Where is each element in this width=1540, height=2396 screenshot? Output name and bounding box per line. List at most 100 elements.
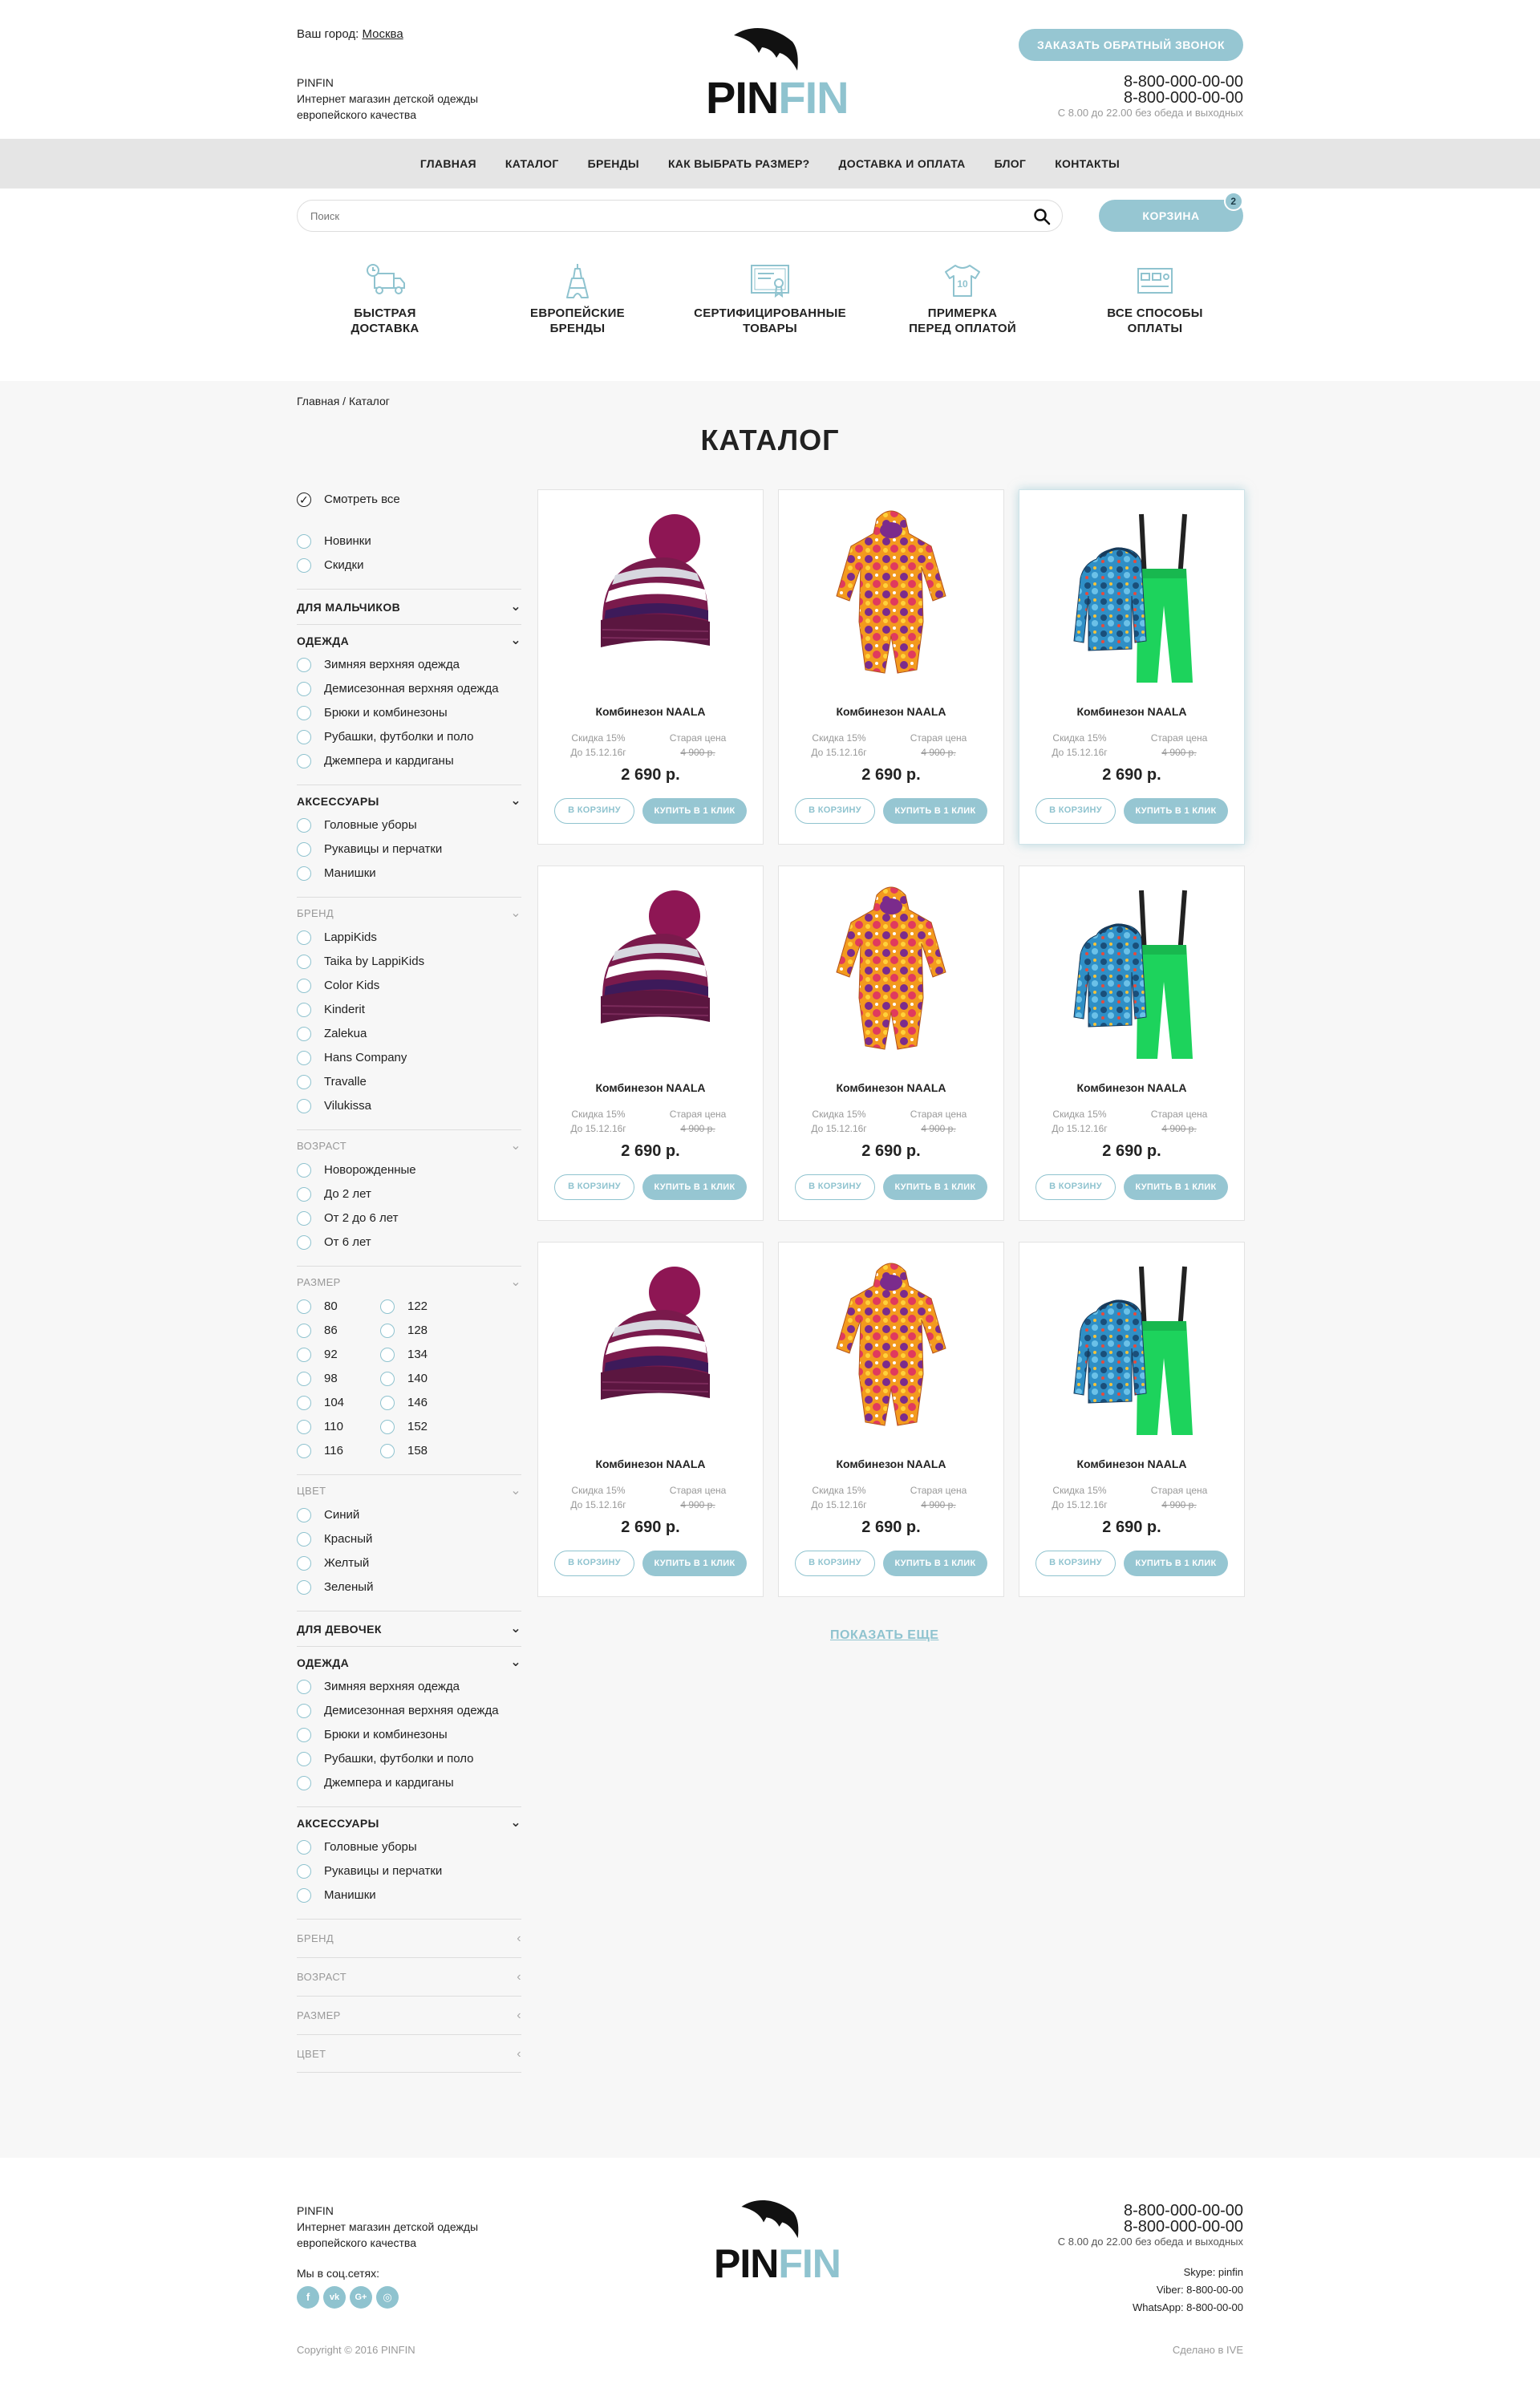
product-image[interactable] [570, 1254, 731, 1450]
filter-option[interactable]: Брюки и комбинезоны [297, 701, 521, 725]
radio[interactable] [297, 1444, 311, 1458]
filter-option[interactable]: Манишки [297, 1883, 521, 1907]
filter-option[interactable]: Vilukissa [297, 1094, 521, 1118]
google-plus-icon[interactable]: G+ [350, 2286, 372, 2309]
radio[interactable] [297, 1396, 311, 1410]
section-accessories[interactable]: АКСЕССУАРЫ ⌄ [297, 784, 521, 813]
filter-option[interactable]: До 2 лет [297, 1182, 521, 1206]
radio[interactable] [297, 866, 311, 881]
section-color-collapsed[interactable]: ЦВЕТ ‹ [297, 2034, 521, 2073]
add-to-cart-button[interactable]: В КОРЗИНУ [795, 1551, 875, 1576]
section-boys[interactable]: ДЛЯ МАЛЬЧИКОВ ⌄ [297, 589, 521, 624]
filter-option[interactable]: Демисезонная верхняя одежда [297, 1699, 521, 1723]
buy-one-click-button[interactable]: КУПИТЬ В 1 КЛИК [883, 1174, 987, 1200]
filter-option[interactable]: Джемпера и кардиганы [297, 749, 521, 773]
phone-2[interactable]: 8-800-000-00-00 [1003, 2219, 1243, 2235]
filter-option[interactable]: Рубашки, футболки и поло [297, 1747, 521, 1771]
filter-option[interactable]: Красный [297, 1527, 521, 1551]
size-option[interactable]: 134 [380, 1343, 464, 1367]
product-card[interactable]: Комбинезон NAALA Скидка 15% До 15.12.16г … [537, 489, 764, 845]
radio[interactable] [297, 1187, 311, 1202]
instagram-icon[interactable]: ◎ [376, 2286, 399, 2309]
radio[interactable] [380, 1372, 395, 1386]
radio[interactable] [380, 1420, 395, 1434]
nav-brands[interactable]: БРЕНДЫ [573, 139, 654, 189]
product-card[interactable]: Комбинезон NAALA Скидка 15% До 15.12.16г … [778, 1242, 1004, 1597]
radio[interactable] [297, 1680, 311, 1694]
add-to-cart-button[interactable]: В КОРЗИНУ [1035, 1174, 1116, 1200]
show-more-link[interactable]: ПОКАЗАТЬ ЕЩЕ [830, 1628, 938, 1643]
radio[interactable] [380, 1299, 395, 1314]
size-option[interactable]: 98 [297, 1367, 380, 1391]
callback-button[interactable]: ЗАКАЗАТЬ ОБРАТНЫЙ ЗВОНОК [1019, 29, 1243, 61]
facebook-icon[interactable]: f [297, 2286, 319, 2309]
radio[interactable] [297, 1840, 311, 1855]
filter-option[interactable]: Рукавицы и перчатки [297, 837, 521, 862]
radio[interactable] [297, 682, 311, 696]
radio[interactable] [297, 558, 311, 573]
filter-sale[interactable]: Скидки [297, 553, 521, 578]
nav-size-guide[interactable]: КАК ВЫБРАТЬ РАЗМЕР? [654, 139, 825, 189]
product-name[interactable]: Комбинезон NAALA [1019, 705, 1244, 718]
nav-contacts[interactable]: КОНТАКТЫ [1040, 139, 1134, 189]
buy-one-click-button[interactable]: КУПИТЬ В 1 КЛИК [642, 798, 747, 824]
product-card[interactable]: Комбинезон NAALA Скидка 15% До 15.12.16г … [778, 489, 1004, 845]
radio[interactable] [297, 534, 311, 549]
radio[interactable] [297, 1776, 311, 1790]
product-card[interactable]: Комбинезон NAALA Скидка 15% До 15.12.16г … [537, 866, 764, 1221]
cart-button[interactable]: КОРЗИНА 2 [1099, 192, 1243, 232]
radio[interactable] [297, 1027, 311, 1041]
radio[interactable] [297, 979, 311, 993]
radio[interactable] [297, 1508, 311, 1522]
city-link[interactable]: Москва [362, 27, 403, 41]
filter-option[interactable]: Зимняя верхняя одежда [297, 653, 521, 677]
radio[interactable] [380, 1324, 395, 1338]
radio[interactable] [297, 1324, 311, 1338]
radio[interactable] [297, 1299, 311, 1314]
radio[interactable] [297, 1348, 311, 1362]
buy-one-click-button[interactable]: КУПИТЬ В 1 КЛИК [642, 1551, 747, 1576]
buy-one-click-button[interactable]: КУПИТЬ В 1 КЛИК [642, 1174, 747, 1200]
radio[interactable] [380, 1348, 395, 1362]
filter-option[interactable]: От 6 лет [297, 1230, 521, 1255]
section-clothes[interactable]: ОДЕЖДА ⌄ [297, 1646, 521, 1675]
filter-option[interactable]: Брюки и комбинезоны [297, 1723, 521, 1747]
buy-one-click-button[interactable]: КУПИТЬ В 1 КЛИК [883, 1551, 987, 1576]
section-girls[interactable]: ДЛЯ ДЕВОЧЕК ⌄ [297, 1611, 521, 1646]
section-size-collapsed[interactable]: РАЗМЕР ‹ [297, 1996, 521, 2034]
filter-option[interactable]: LappiKids [297, 926, 521, 950]
add-to-cart-button[interactable]: В КОРЗИНУ [554, 1174, 634, 1200]
radio[interactable] [297, 1099, 311, 1113]
size-option[interactable]: 104 [297, 1391, 380, 1415]
radio[interactable] [297, 1752, 311, 1766]
nav-catalog[interactable]: КАТАЛОГ [491, 139, 573, 189]
radio[interactable] [297, 1864, 311, 1879]
radio[interactable] [297, 955, 311, 969]
product-image[interactable] [1052, 1254, 1212, 1450]
filter-option[interactable]: Джемпера и кардиганы [297, 1771, 521, 1795]
product-image[interactable] [811, 501, 971, 698]
product-name[interactable]: Комбинезон NAALA [1019, 1081, 1244, 1094]
filter-option[interactable]: Рукавицы и перчатки [297, 1859, 521, 1883]
section-color[interactable]: ЦВЕТ ⌄ [297, 1474, 521, 1503]
product-name[interactable]: Комбинезон NAALA [538, 1081, 763, 1094]
radio[interactable] [297, 1163, 311, 1178]
section-brand-collapsed[interactable]: БРЕНД ‹ [297, 1919, 521, 1957]
filter-option[interactable]: Головные уборы [297, 813, 521, 837]
breadcrumb[interactable]: Главная / Каталог [297, 395, 390, 407]
product-name[interactable]: Комбинезон NAALA [538, 705, 763, 718]
search-input[interactable] [310, 201, 1016, 231]
radio[interactable] [297, 1580, 311, 1595]
filter-option[interactable]: Синий [297, 1503, 521, 1527]
section-clothes[interactable]: ОДЕЖДА ⌄ [297, 624, 521, 653]
radio[interactable] [297, 1888, 311, 1903]
buy-one-click-button[interactable]: КУПИТЬ В 1 КЛИК [883, 798, 987, 824]
filter-option[interactable]: Zalekua [297, 1022, 521, 1046]
filter-view-all[interactable]: Смотреть все [297, 488, 521, 512]
nav-home[interactable]: ГЛАВНАЯ [406, 139, 491, 189]
radio[interactable] [297, 730, 311, 744]
size-option[interactable]: 152 [380, 1415, 464, 1439]
section-size[interactable]: РАЗМЕР ⌄ [297, 1266, 521, 1295]
radio[interactable] [297, 1556, 311, 1571]
size-option[interactable]: 80 [297, 1295, 380, 1319]
